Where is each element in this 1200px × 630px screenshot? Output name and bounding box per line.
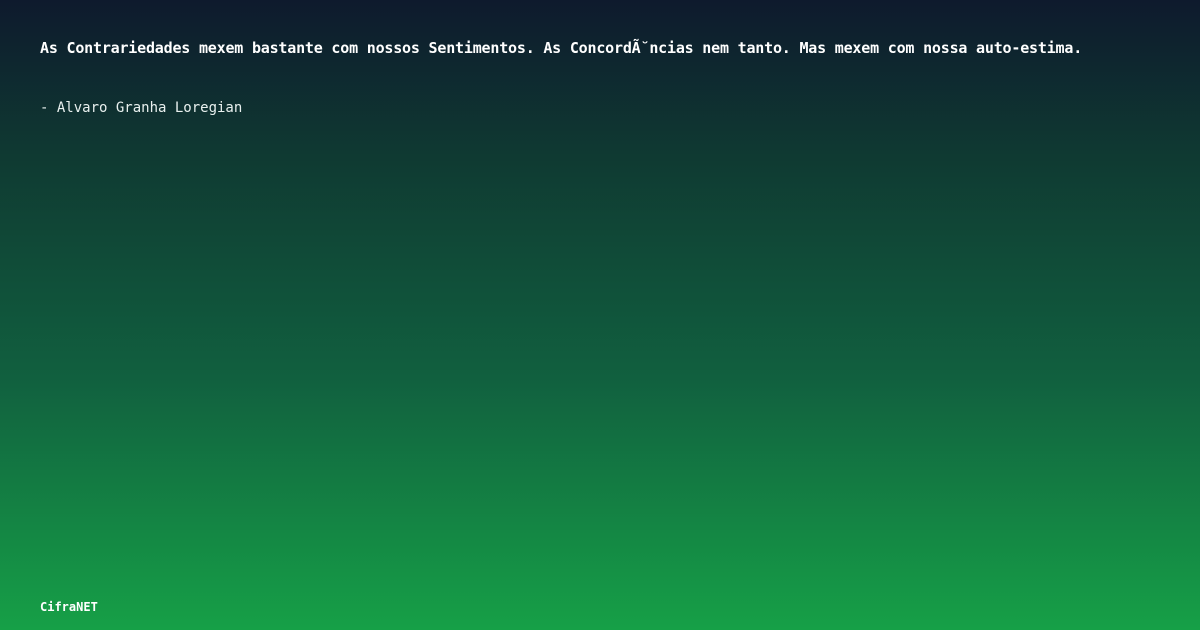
quote-card: As Contrariedades mexem bastante com nos… bbox=[0, 0, 1200, 630]
quote-text: As Contrariedades mexem bastante com nos… bbox=[40, 39, 1083, 57]
brand-logo-text: CifraNET bbox=[40, 600, 98, 614]
quote-author: - Alvaro Granha Loregian bbox=[40, 100, 243, 116]
